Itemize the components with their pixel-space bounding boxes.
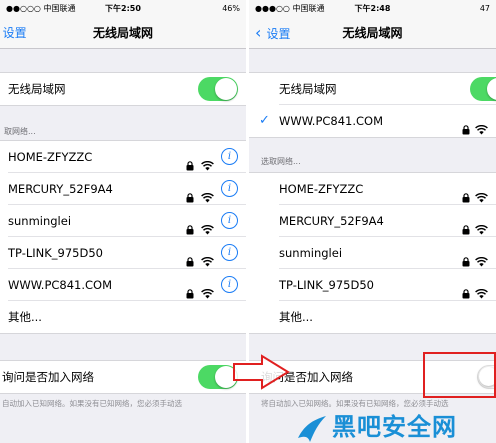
page-title: 无线局域网 bbox=[92, 26, 153, 40]
info-icon[interactable]: i bbox=[221, 180, 238, 197]
info-icon[interactable]: i bbox=[221, 244, 238, 261]
network-row[interactable]: TP-LINK_975D50 i bbox=[0, 237, 246, 269]
other-network-row[interactable]: 其他... bbox=[0, 301, 246, 333]
nav-bar: ‹ 设置 无线局域网 bbox=[249, 18, 496, 49]
nav-bar: ‹ 设置 无线局域网 bbox=[0, 18, 246, 49]
network-list: HOME-ZFYZZC i MERCURY_52F9A4 i sunminglei i TP… bbox=[0, 140, 246, 334]
battery-level: 47 bbox=[479, 4, 490, 13]
ask-join-label: 询问是否加入网络 bbox=[2, 370, 94, 384]
left-screenshot: ●●○○○ 中国联通 下午2:50 46% ‹ 设置 无线局域网 无线局域网 取… bbox=[0, 0, 246, 443]
network-row[interactable]: sunminglei bbox=[249, 237, 496, 269]
wifi-toggle-group: 无线局域网 bbox=[0, 72, 246, 106]
ask-join-footnote: 自动加入已知网络。如果没有已知网络，您必须手动选 bbox=[2, 399, 182, 408]
wifi-label: 无线局域网 bbox=[279, 82, 337, 96]
wifi-row: 无线局域网 bbox=[0, 73, 246, 105]
other-network-label: 其他... bbox=[279, 310, 313, 324]
checkmark-icon: ✓ bbox=[259, 113, 270, 128]
connected-network-row[interactable]: ✓ WWW.PC841.COM bbox=[249, 105, 496, 137]
bird-logo-icon bbox=[298, 416, 326, 442]
ask-join-group: 询问是否加入网络 bbox=[0, 360, 246, 394]
wifi-row: 无线局域网 bbox=[249, 73, 496, 105]
info-icon[interactable]: i bbox=[221, 148, 238, 165]
wifi-toggle-group: 无线局域网 ✓ WWW.PC841.COM bbox=[249, 72, 496, 138]
info-icon[interactable]: i bbox=[221, 276, 238, 293]
section-label: 选取网络... bbox=[261, 157, 301, 166]
ask-join-row: 询问是否加入网络 bbox=[0, 361, 246, 393]
info-icon[interactable]: i bbox=[221, 212, 238, 229]
wifi-toggle[interactable] bbox=[198, 77, 238, 101]
wifi-toggle[interactable] bbox=[470, 77, 496, 101]
network-name: MERCURY_52F9A4 bbox=[8, 182, 113, 196]
network-row[interactable]: MERCURY_52F9A4 bbox=[249, 205, 496, 237]
network-row[interactable]: HOME-ZFYZZC i bbox=[0, 141, 246, 173]
section-label: 取网络... bbox=[4, 127, 36, 136]
watermark-logo: 黑吧安全网 bbox=[296, 412, 496, 443]
arrow-right-icon bbox=[233, 354, 290, 390]
network-name: TP-LINK_975D50 bbox=[279, 278, 374, 292]
status-bar: ●●○○○ 中国联通 下午2:50 46% bbox=[0, 0, 246, 18]
network-name: WWW.PC841.COM bbox=[8, 278, 113, 292]
status-bar: ●●●○○ 中国联通 下午2:48 47 bbox=[249, 0, 496, 18]
network-name: MERCURY_52F9A4 bbox=[279, 214, 384, 228]
network-list: HOME-ZFYZZC MERCURY_52F9A4 sunminglei TP-LI… bbox=[249, 172, 496, 334]
network-row[interactable]: sunminglei i bbox=[0, 205, 246, 237]
ask-join-footnote: 将自动加入已知网络。如果没有已知网络，您必须手动选 bbox=[261, 399, 449, 408]
network-row[interactable]: TP-LINK_975D50 bbox=[249, 269, 496, 301]
other-network-label: 其他... bbox=[8, 310, 42, 324]
network-name: TP-LINK_975D50 bbox=[8, 246, 103, 260]
status-time: 下午2:48 bbox=[354, 4, 391, 13]
lock-icon bbox=[462, 115, 470, 147]
wifi-icon bbox=[475, 115, 488, 147]
status-time: 下午2:50 bbox=[105, 4, 141, 13]
network-name: WWW.PC841.COM bbox=[279, 114, 384, 128]
highlight-box bbox=[423, 352, 496, 398]
other-network-row[interactable]: 其他... bbox=[249, 301, 496, 333]
network-name: HOME-ZFYZZC bbox=[279, 182, 364, 196]
network-name: sunminglei bbox=[279, 246, 343, 260]
battery-level: 46% bbox=[222, 4, 240, 13]
network-row[interactable]: HOME-ZFYZZC bbox=[249, 173, 496, 205]
wifi-label: 无线局域网 bbox=[8, 82, 66, 96]
page-title: 无线局域网 bbox=[342, 26, 403, 40]
network-row[interactable]: WWW.PC841.COM i bbox=[0, 269, 246, 301]
watermark-text: 黑吧安全网 bbox=[332, 413, 457, 441]
network-name: HOME-ZFYZZC bbox=[8, 150, 93, 164]
network-row[interactable]: MERCURY_52F9A4 i bbox=[0, 173, 246, 205]
network-name: sunminglei bbox=[8, 214, 72, 228]
